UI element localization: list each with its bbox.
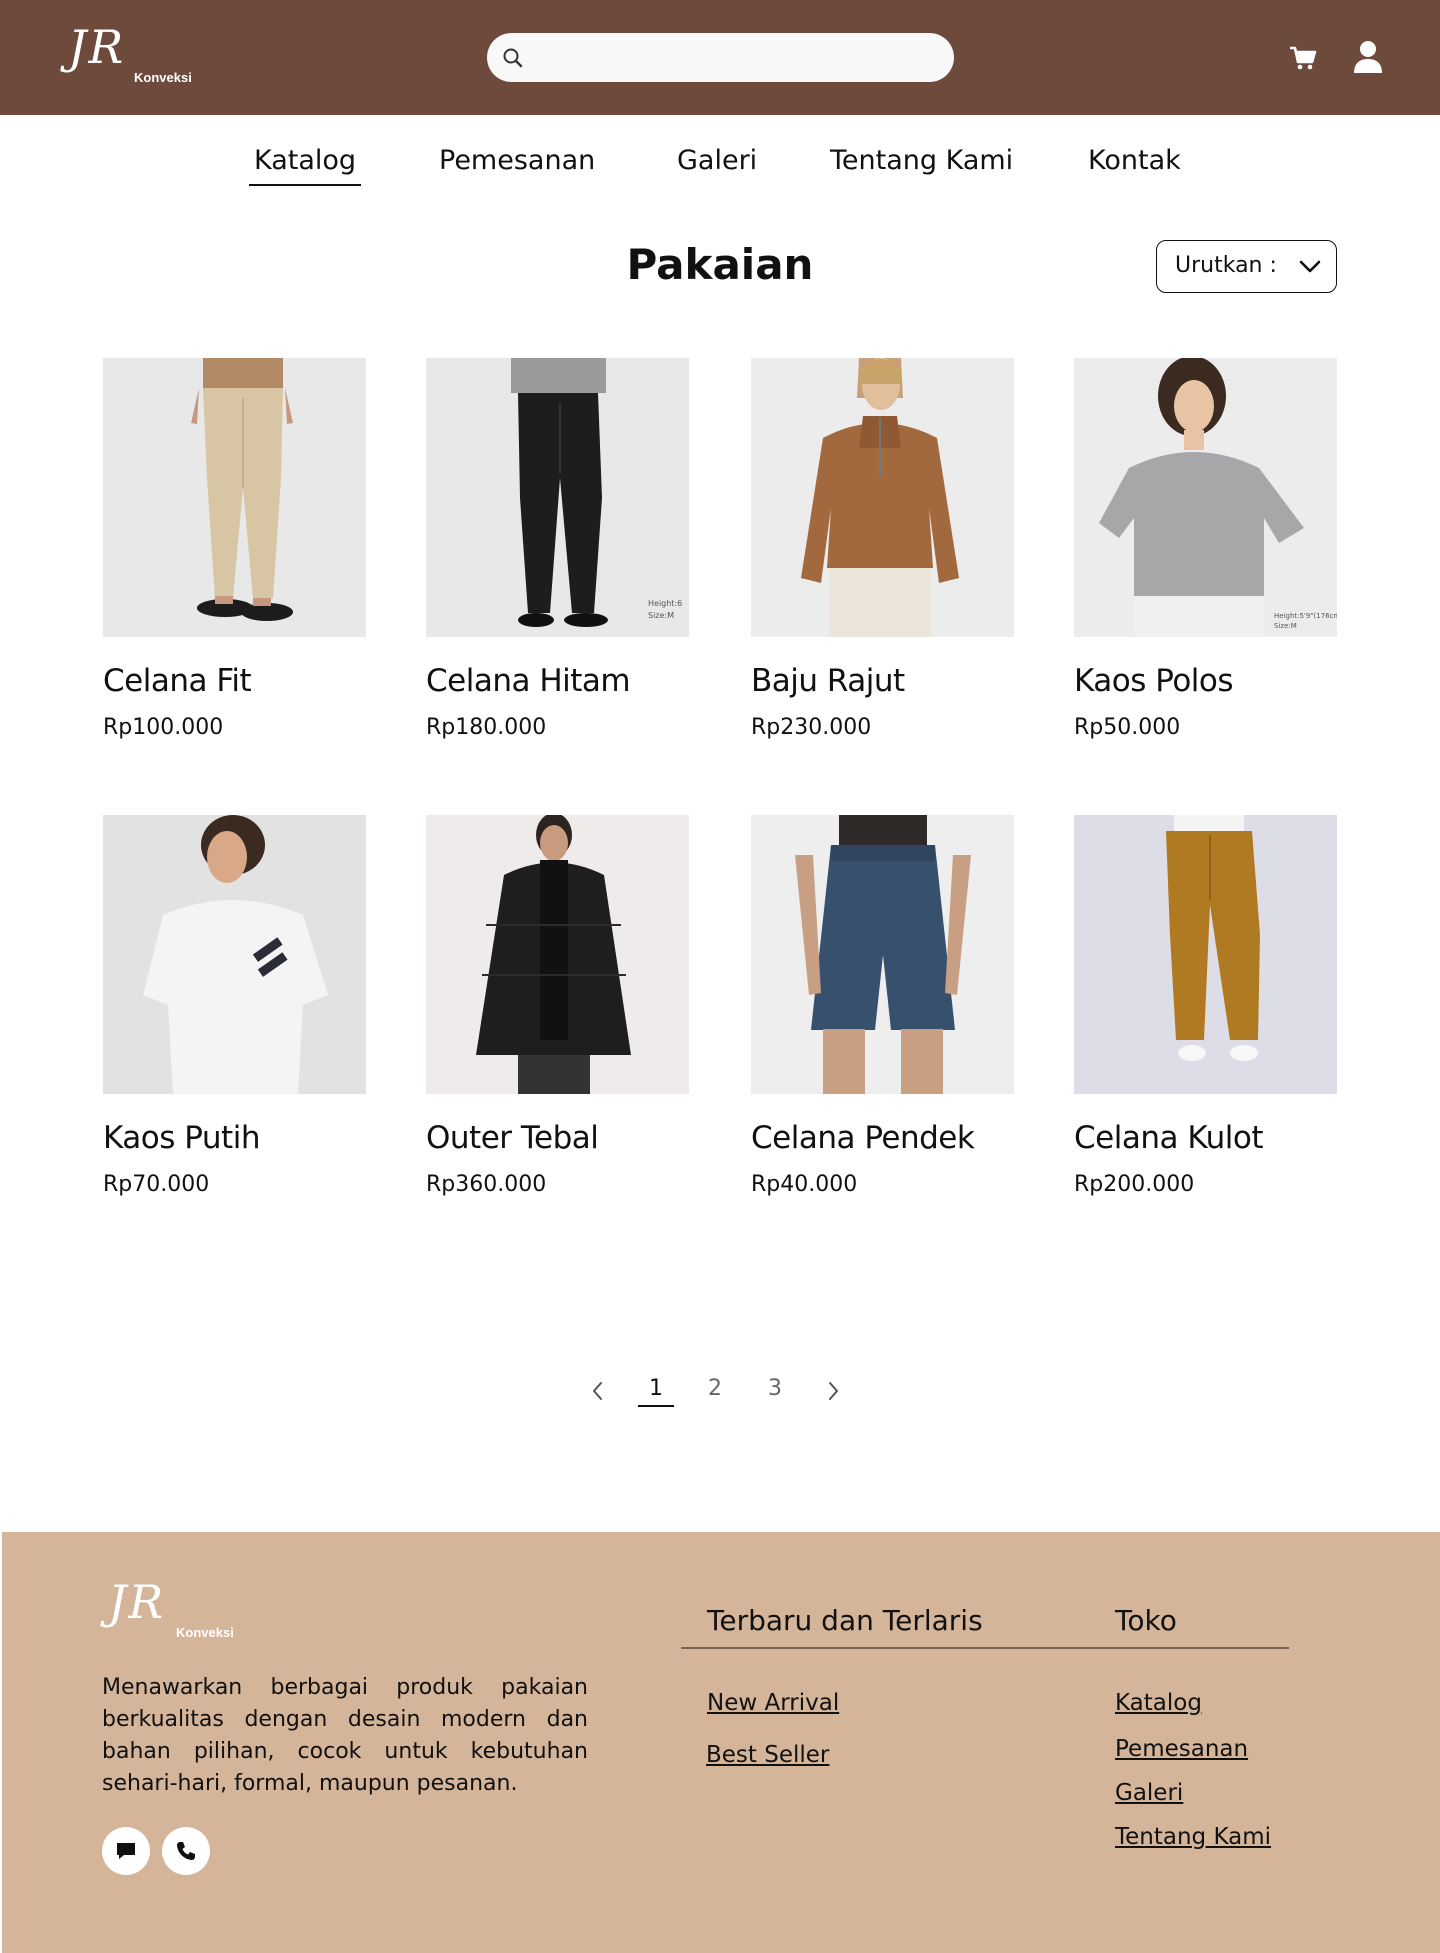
- logo-subtitle: Konveksi: [134, 70, 192, 85]
- footer-description: Menawarkan berbagai produk pakaian berku…: [102, 1675, 588, 1796]
- user-icon[interactable]: [1352, 40, 1384, 74]
- image-caption: Height:5'9"(176cm: [1274, 612, 1337, 620]
- product-price: Rp360.000: [426, 1172, 547, 1197]
- nav-item-pemesanan[interactable]: Pemesanan: [439, 145, 595, 176]
- footer-logo[interactable]: JR Konveksi: [108, 1575, 248, 1645]
- search-icon[interactable]: [501, 46, 525, 70]
- product-name[interactable]: Celana Hitam: [426, 663, 631, 699]
- product-name[interactable]: Kaos Polos: [1074, 663, 1234, 699]
- footer-logo-subtitle: Konveksi: [176, 1625, 234, 1640]
- product-image[interactable]: Height:5'9"(176cm Size:M: [1074, 358, 1337, 637]
- product-price: Rp230.000: [751, 715, 872, 740]
- search-bar[interactable]: [487, 33, 954, 82]
- search-input[interactable]: [537, 41, 937, 74]
- sort-label: Urutkan :: [1175, 253, 1277, 278]
- product-image[interactable]: [103, 815, 366, 1094]
- image-caption: Size:M: [648, 611, 674, 620]
- product-price: Rp200.000: [1074, 1172, 1195, 1197]
- product-name[interactable]: Baju Rajut: [751, 663, 905, 699]
- footer-link-tentang-kami[interactable]: Tentang Kami: [1115, 1824, 1271, 1850]
- footer-link-galeri[interactable]: Galeri: [1115, 1780, 1183, 1806]
- phone-button[interactable]: [162, 1827, 210, 1875]
- product-image[interactable]: [751, 358, 1014, 637]
- nav-item-galeri[interactable]: Galeri: [677, 145, 757, 176]
- product-name[interactable]: Celana Pendek: [751, 1120, 975, 1156]
- chevron-down-icon: [1299, 260, 1321, 273]
- product-price: Rp40.000: [751, 1172, 858, 1197]
- product-price: Rp50.000: [1074, 715, 1181, 740]
- cart-icon[interactable]: [1288, 43, 1318, 73]
- product-name[interactable]: Celana Kulot: [1074, 1120, 1264, 1156]
- product-image[interactable]: Height:6 Size:M: [426, 358, 689, 637]
- footer-col2-title: Toko: [1115, 1604, 1177, 1637]
- footer-col1-title: Terbaru dan Terlaris: [707, 1604, 983, 1637]
- brand-logo[interactable]: JR Konveksi: [68, 20, 208, 90]
- footer-link-new-arrival[interactable]: New Arrival: [707, 1690, 839, 1716]
- image-caption: Size:M: [1274, 622, 1297, 630]
- footer-link-katalog[interactable]: Katalog: [1115, 1690, 1202, 1716]
- product-name[interactable]: Kaos Putih: [103, 1120, 260, 1156]
- main-nav: Katalog Pemesanan Galeri Tentang Kami Ko…: [0, 145, 1440, 190]
- pagination: 1 2 3: [0, 1376, 1440, 1416]
- product-price: Rp70.000: [103, 1172, 210, 1197]
- product-image[interactable]: [426, 815, 689, 1094]
- footer-link-best-seller[interactable]: Best Seller: [706, 1742, 829, 1768]
- footer-logo-script: JR: [108, 1575, 166, 1629]
- product-image[interactable]: [751, 815, 1014, 1094]
- image-caption: Height:6: [648, 599, 682, 608]
- nav-item-kontak[interactable]: Kontak: [1088, 145, 1181, 176]
- phone-icon: [177, 1842, 195, 1860]
- page-link-1[interactable]: 1: [638, 1376, 674, 1407]
- product-name[interactable]: Celana Fit: [103, 663, 252, 699]
- product-price: Rp100.000: [103, 715, 224, 740]
- page-link-3[interactable]: 3: [768, 1376, 782, 1401]
- chat-icon: [117, 1843, 135, 1859]
- product-image[interactable]: [1074, 815, 1337, 1094]
- nav-item-katalog[interactable]: Katalog: [248, 145, 362, 186]
- footer-divider: [681, 1647, 1289, 1649]
- chat-button[interactable]: [102, 1827, 150, 1875]
- chevron-right-icon[interactable]: [823, 1380, 843, 1402]
- product-name[interactable]: Outer Tebal: [426, 1120, 599, 1156]
- sort-dropdown[interactable]: Urutkan :: [1156, 240, 1337, 293]
- chevron-left-icon[interactable]: [588, 1380, 608, 1402]
- footer-link-pemesanan[interactable]: Pemesanan: [1115, 1736, 1248, 1762]
- product-price: Rp180.000: [426, 715, 547, 740]
- nav-item-tentang-kami[interactable]: Tentang Kami: [830, 145, 1013, 176]
- logo-script: JR: [68, 20, 126, 74]
- page-link-2[interactable]: 2: [708, 1376, 722, 1401]
- top-header: JR Konveksi: [0, 0, 1440, 115]
- product-image[interactable]: [103, 358, 366, 637]
